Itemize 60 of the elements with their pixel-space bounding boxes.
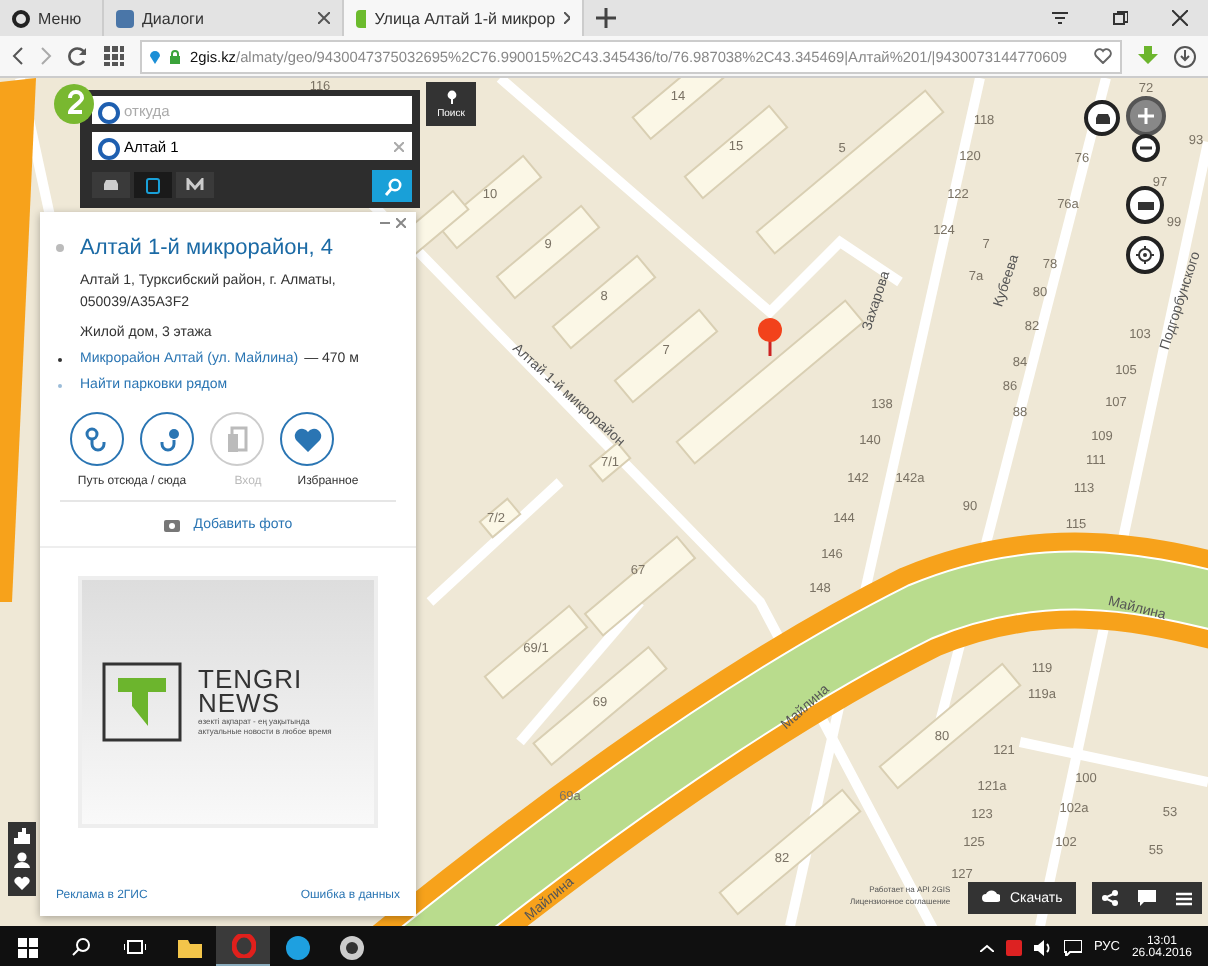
minimize-icon[interactable] [380, 218, 390, 228]
share-icon[interactable] [1102, 890, 1118, 906]
ruler-icon [1137, 201, 1153, 209]
route-icon [83, 425, 111, 453]
heart-icon[interactable] [14, 876, 30, 890]
search-icon[interactable] [72, 938, 90, 956]
task-view-icon[interactable] [124, 940, 146, 954]
search-icon [383, 177, 401, 195]
metro-icon [186, 178, 204, 192]
back-icon[interactable] [12, 46, 24, 66]
tab-icon [116, 9, 134, 27]
menu-icon[interactable] [1052, 12, 1068, 24]
search-button[interactable] [372, 170, 412, 202]
door-icon [225, 425, 249, 453]
logo-icon [54, 84, 94, 124]
from-point-icon [98, 101, 120, 123]
transport-mode-tab[interactable] [134, 172, 172, 198]
minus-icon [1140, 146, 1152, 150]
to-point-icon [98, 137, 120, 159]
volume-icon[interactable] [1033, 939, 1052, 955]
opera-logo-icon [12, 9, 30, 27]
grid-icon[interactable] [104, 46, 124, 66]
heart-icon[interactable] [1094, 48, 1112, 64]
route-button[interactable] [140, 412, 194, 466]
folder-icon[interactable] [177, 937, 201, 957]
cloud-download-icon [982, 890, 1000, 906]
lock-icon [170, 49, 180, 63]
chart-icon[interactable] [14, 828, 30, 844]
transport-mode-tab[interactable] [176, 172, 214, 198]
chevron-up-icon[interactable] [979, 943, 994, 951]
skype-icon[interactable] [285, 935, 309, 959]
camera-icon [163, 516, 182, 532]
app-tray-icon[interactable] [1005, 939, 1022, 955]
brand-text: TENGRI [198, 668, 305, 692]
comment-icon[interactable] [1138, 890, 1156, 906]
new-tab-icon[interactable] [596, 8, 616, 28]
restore-icon[interactable] [1112, 10, 1128, 26]
favorite-button[interactable] [280, 412, 334, 466]
plus-icon [1138, 108, 1154, 124]
location-pin-icon [758, 318, 782, 356]
locate-icon [1136, 246, 1154, 264]
car-icon [1093, 111, 1111, 125]
tengri-logo-icon [102, 662, 182, 742]
tab-icon [356, 9, 367, 27]
bus-icon [146, 177, 160, 193]
download-circle-icon[interactable] [1174, 45, 1196, 67]
route-button[interactable] [70, 412, 124, 466]
place-title: Алтай 1-й микрорайон, 4 [80, 236, 334, 260]
location-icon [150, 49, 160, 63]
heart-icon [293, 427, 321, 451]
windows-start-icon[interactable] [17, 937, 37, 957]
pin-icon [445, 89, 457, 103]
browser-tab[interactable]: Улица Алтай 1-й микрор [344, 0, 584, 36]
transport-mode-tab[interactable] [92, 172, 130, 198]
brand-text: NEWS [198, 692, 280, 716]
notification-icon[interactable] [1063, 939, 1082, 955]
person-icon[interactable] [14, 852, 30, 868]
reload-icon[interactable] [68, 46, 88, 66]
car-icon [102, 178, 120, 192]
app-icon[interactable] [339, 935, 363, 959]
